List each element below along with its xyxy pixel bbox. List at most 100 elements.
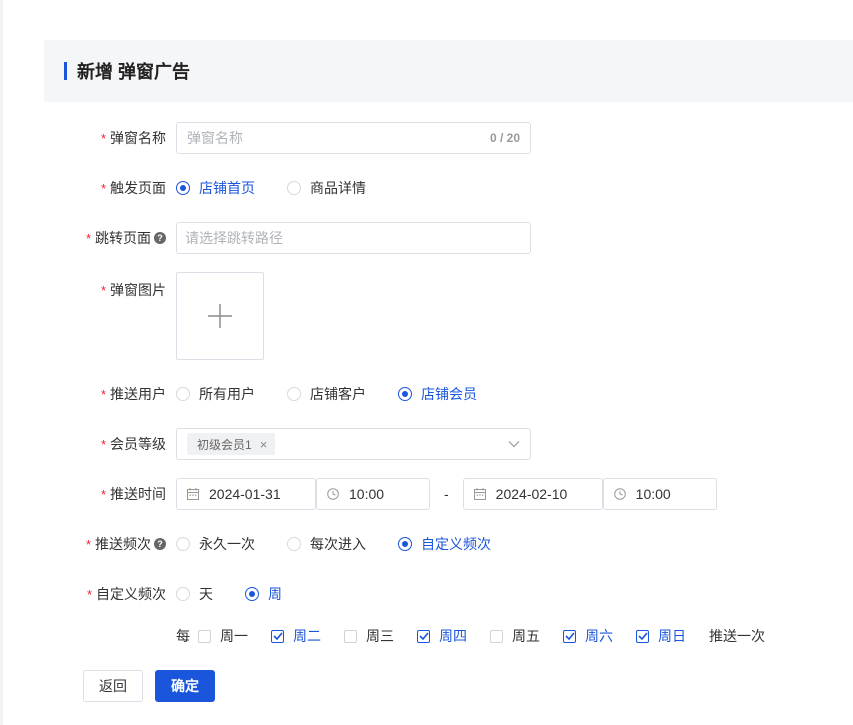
calendar-icon <box>473 488 486 500</box>
label-text: 推送频次 <box>95 536 151 552</box>
radio-dot <box>287 537 301 551</box>
member-level-tag: 初级会员1 × <box>187 433 276 455</box>
checkbox-tuesday[interactable]: 周二 <box>271 626 321 646</box>
row-trigger-page: * 触发页面 店铺首页 商品详情 <box>0 178 853 198</box>
required-mark: * <box>85 536 91 552</box>
checkmark-icon <box>564 632 575 640</box>
radio-dot <box>287 181 301 195</box>
checkbox-label: 周三 <box>366 628 394 644</box>
required-mark: * <box>100 282 106 298</box>
plus-icon <box>208 304 232 328</box>
char-count: 0 / 20 <box>489 131 520 145</box>
radio-dot <box>398 537 412 551</box>
confirm-button[interactable]: 确定 <box>155 670 215 702</box>
radio-once-forever[interactable]: 永久一次 <box>176 534 255 554</box>
radio-dot <box>176 587 190 601</box>
end-time-value: 10:00 <box>635 486 671 502</box>
chevron-down-icon <box>508 441 520 448</box>
row-custom-frequency: * 自定义频次 天 周 <box>0 584 853 604</box>
radio-label: 每次进入 <box>310 536 366 552</box>
popup-name-input[interactable]: 弹窗名称 0 / 20 <box>176 122 531 154</box>
back-button[interactable]: 返回 <box>83 670 143 702</box>
label-text: 弹窗图片 <box>110 282 166 298</box>
popup-name-placeholder: 弹窗名称 <box>187 130 243 146</box>
checkbox-box <box>563 629 576 643</box>
radio-dot <box>398 387 412 401</box>
tag-label: 初级会员1 <box>197 437 252 452</box>
radio-label: 所有用户 <box>199 386 255 402</box>
radio-label: 自定义频次 <box>421 536 491 552</box>
radio-store-home[interactable]: 店铺首页 <box>176 178 255 198</box>
weekday-suffix: 推送一次 <box>709 628 765 644</box>
required-mark: * <box>100 486 106 502</box>
jump-path-placeholder: 请选择跳转路径 <box>185 230 283 246</box>
checkmark-icon <box>418 632 429 640</box>
checkbox-sunday[interactable]: 周日 <box>636 626 686 646</box>
label-push-users: * 推送用户 <box>101 384 166 404</box>
checkmark-icon <box>637 632 648 640</box>
radio-day[interactable]: 天 <box>176 584 213 604</box>
checkbox-friday[interactable]: 周五 <box>490 626 540 646</box>
radio-label: 永久一次 <box>199 536 255 552</box>
label-member-level: * 会员等级 <box>101 434 166 454</box>
radio-product-detail[interactable]: 商品详情 <box>287 178 366 198</box>
jump-path-input[interactable]: 请选择跳转路径 <box>176 222 531 254</box>
clock-icon <box>327 488 339 500</box>
calendar-icon <box>187 488 199 500</box>
clock-icon <box>613 488 626 500</box>
radio-label: 店铺会员 <box>421 386 477 402</box>
row-popup-name: * 弹窗名称 弹窗名称 0 / 20 <box>0 122 853 154</box>
radio-label: 周 <box>268 586 282 602</box>
radio-label: 店铺客户 <box>310 386 366 402</box>
label-popup-image: * 弹窗图片 <box>101 280 166 300</box>
radio-week[interactable]: 周 <box>245 584 282 604</box>
label-trigger-page: * 触发页面 <box>101 178 166 198</box>
radio-custom-frequency[interactable]: 自定义频次 <box>398 534 491 554</box>
radio-all-users[interactable]: 所有用户 <box>176 384 255 404</box>
row-push-users: * 推送用户 所有用户 店铺客户 店铺会员 <box>0 384 853 404</box>
start-time-value: 10:00 <box>349 486 385 502</box>
checkbox-label: 周六 <box>585 628 613 644</box>
checkbox-label: 周一 <box>220 628 248 644</box>
checkbox-monday[interactable]: 周一 <box>198 626 248 646</box>
help-icon[interactable]: ? <box>154 232 166 244</box>
checkbox-label: 周二 <box>293 628 321 644</box>
radio-store-customers[interactable]: 店铺客户 <box>287 384 366 404</box>
member-level-select[interactable]: 初级会员1 × <box>176 428 531 460</box>
checkbox-box <box>198 629 211 643</box>
start-time-picker[interactable]: 10:00 <box>316 478 430 510</box>
checkmark-icon <box>272 632 283 640</box>
row-popup-image: * 弹窗图片 <box>0 272 853 360</box>
radio-label: 店铺首页 <box>199 180 255 196</box>
end-date-value: 2024-02-10 <box>495 486 568 502</box>
end-date-picker[interactable]: 2024-02-10 <box>462 478 603 510</box>
radio-label: 商品详情 <box>310 180 366 196</box>
label-text: 会员等级 <box>110 436 166 452</box>
checkbox-saturday[interactable]: 周六 <box>563 626 613 646</box>
end-time-picker[interactable]: 10:00 <box>602 478 717 510</box>
image-upload-box[interactable] <box>176 272 264 360</box>
radio-dot <box>176 387 190 401</box>
start-date-value: 2024-01-31 <box>209 486 281 502</box>
checkbox-label: 周日 <box>658 628 686 644</box>
radio-label: 天 <box>199 586 213 602</box>
checkbox-box <box>417 629 430 643</box>
label-popup-name: * 弹窗名称 <box>101 128 166 148</box>
required-mark: * <box>86 586 92 602</box>
help-icon[interactable]: ? <box>154 538 166 550</box>
checkbox-wednesday[interactable]: 周三 <box>344 626 394 646</box>
required-mark: * <box>100 130 106 146</box>
start-date-picker[interactable]: 2024-01-31 <box>176 478 316 510</box>
label-text: 自定义频次 <box>96 586 166 602</box>
checkbox-box <box>636 629 649 643</box>
radio-dot <box>287 387 301 401</box>
checkbox-box <box>344 629 357 643</box>
label-text: 触发页面 <box>110 180 166 196</box>
required-mark: * <box>100 386 106 402</box>
radio-every-entry[interactable]: 每次进入 <box>287 534 366 554</box>
tag-close-icon[interactable]: × <box>260 437 268 452</box>
checkbox-thursday[interactable]: 周四 <box>417 626 467 646</box>
radio-store-members[interactable]: 店铺会员 <box>398 384 477 404</box>
weekday-prefix: 每 <box>176 628 190 644</box>
popup-ad-form: * 弹窗名称 弹窗名称 0 / 20 * 触发页面 店铺首页 商品详情 * 跳转… <box>0 0 853 725</box>
